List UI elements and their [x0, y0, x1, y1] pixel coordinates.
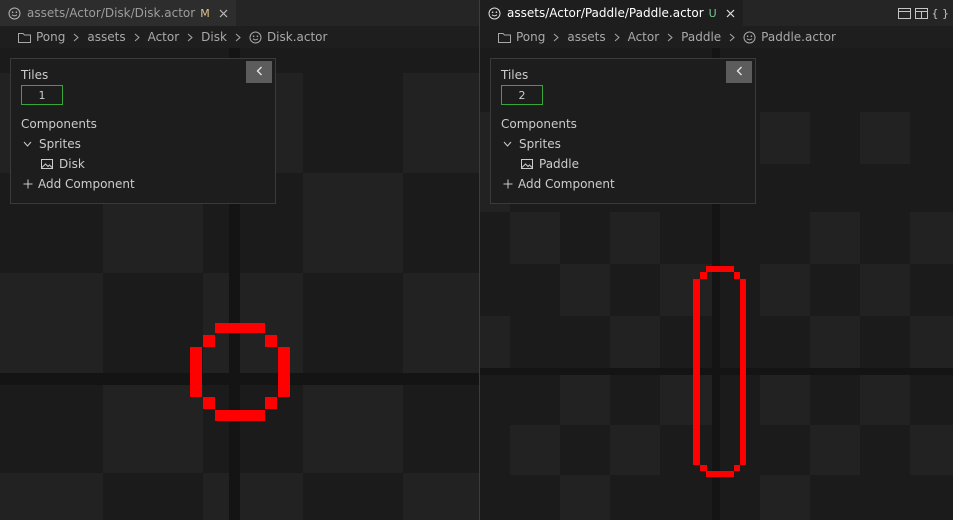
sprites-group-toggle[interactable]: Sprites: [503, 137, 561, 151]
tab-bar: assets/Actor/Disk/Disk.actor M: [0, 0, 479, 26]
tiles-label: Tiles: [21, 68, 49, 82]
plus-icon: [503, 179, 513, 189]
chevron-right-icon: [729, 33, 735, 42]
sprite-item-paddle[interactable]: Paddle: [521, 157, 579, 171]
breadcrumb-item-file[interactable]: Disk.actor: [249, 30, 327, 44]
git-status-badge: U: [708, 6, 717, 20]
add-component-label: Add Component: [518, 177, 615, 191]
chevron-right-icon: [553, 33, 560, 42]
tiles-input[interactable]: 1: [21, 85, 63, 105]
breadcrumb-item-assets[interactable]: assets: [567, 30, 605, 44]
chevron-right-icon: [667, 33, 673, 42]
image-icon: [41, 159, 53, 169]
components-label: Components: [501, 117, 577, 131]
tab-paddle-actor[interactable]: assets/Actor/Paddle/Paddle.actor U: [480, 0, 743, 26]
add-component-button[interactable]: Add Component: [503, 177, 615, 191]
tab-title: assets/Actor/Disk/Disk.actor: [27, 6, 196, 20]
breadcrumb-item-paddle[interactable]: Paddle: [681, 30, 721, 44]
sprite-item-disk[interactable]: Disk: [41, 157, 85, 171]
close-icon[interactable]: [725, 7, 737, 19]
tiles-label: Tiles: [501, 68, 529, 82]
chevron-right-icon: [73, 33, 80, 42]
git-status-badge: M: [200, 6, 210, 20]
chevron-right-icon: [235, 33, 241, 42]
smiley-icon: [249, 31, 262, 44]
collapse-panel-button[interactable]: [726, 61, 752, 83]
sprites-group-label: Sprites: [39, 137, 81, 151]
components-label: Components: [21, 117, 97, 131]
smiley-icon: [8, 6, 22, 20]
breadcrumb-item-assets[interactable]: assets: [87, 30, 125, 44]
breadcrumb-item-pong[interactable]: Pong: [18, 30, 65, 44]
add-component-label: Add Component: [38, 177, 135, 191]
breadcrumb-item-actor[interactable]: Actor: [628, 30, 660, 44]
add-component-button[interactable]: Add Component: [23, 177, 135, 191]
breadcrumb-item-actor[interactable]: Actor: [148, 30, 180, 44]
tiles-input[interactable]: 2: [501, 85, 543, 105]
chevron-right-icon: [614, 33, 620, 42]
tab-title: assets/Actor/Paddle/Paddle.actor: [507, 6, 704, 20]
tab-bar: assets/Actor/Paddle/Paddle.actor U { }: [480, 0, 953, 26]
chevron-down-icon: [503, 141, 512, 147]
split-editor-icon[interactable]: [897, 7, 911, 19]
chevron-left-icon: [736, 65, 743, 79]
open-json-button[interactable]: { }: [932, 7, 950, 20]
breadcrumb-item-disk[interactable]: Disk: [201, 30, 227, 44]
editor-pane-paddle: assets/Actor/Paddle/Paddle.actor U { } P…: [480, 0, 953, 520]
plus-icon: [23, 179, 33, 189]
chevron-right-icon: [187, 33, 193, 42]
editor-pane-disk: assets/Actor/Disk/Disk.actor M Pong asse…: [0, 0, 479, 520]
breadcrumb-item-file[interactable]: Paddle.actor: [743, 30, 836, 44]
preview-icon[interactable]: [914, 7, 928, 19]
sprite-item-label: Paddle: [539, 157, 580, 171]
breadcrumb: Pong assets Actor Disk Disk.actor: [0, 26, 479, 48]
folder-icon: [18, 32, 31, 43]
smiley-icon: [743, 31, 756, 44]
breadcrumb-item-pong[interactable]: Pong: [498, 30, 545, 44]
folder-icon: [498, 32, 511, 43]
editor-actions: { }: [897, 0, 950, 26]
actor-properties-panel: Tiles 2 Components Sprites Paddle Add Co…: [490, 58, 756, 204]
smiley-icon: [488, 6, 502, 20]
sprite-item-label: Disk: [59, 157, 85, 171]
chevron-right-icon: [134, 33, 140, 42]
actor-properties-panel: Tiles 1 Components Sprites Disk Add Comp…: [10, 58, 276, 204]
image-icon: [521, 159, 533, 169]
close-icon[interactable]: [218, 7, 230, 19]
chevron-left-icon: [256, 65, 263, 79]
collapse-panel-button[interactable]: [246, 61, 272, 83]
tab-disk-actor[interactable]: assets/Actor/Disk/Disk.actor M: [0, 0, 236, 26]
sprites-group-toggle[interactable]: Sprites: [23, 137, 81, 151]
breadcrumb: Pong assets Actor Paddle Paddle.actor: [480, 26, 953, 48]
sprites-group-label: Sprites: [519, 137, 561, 151]
chevron-down-icon: [23, 141, 32, 147]
